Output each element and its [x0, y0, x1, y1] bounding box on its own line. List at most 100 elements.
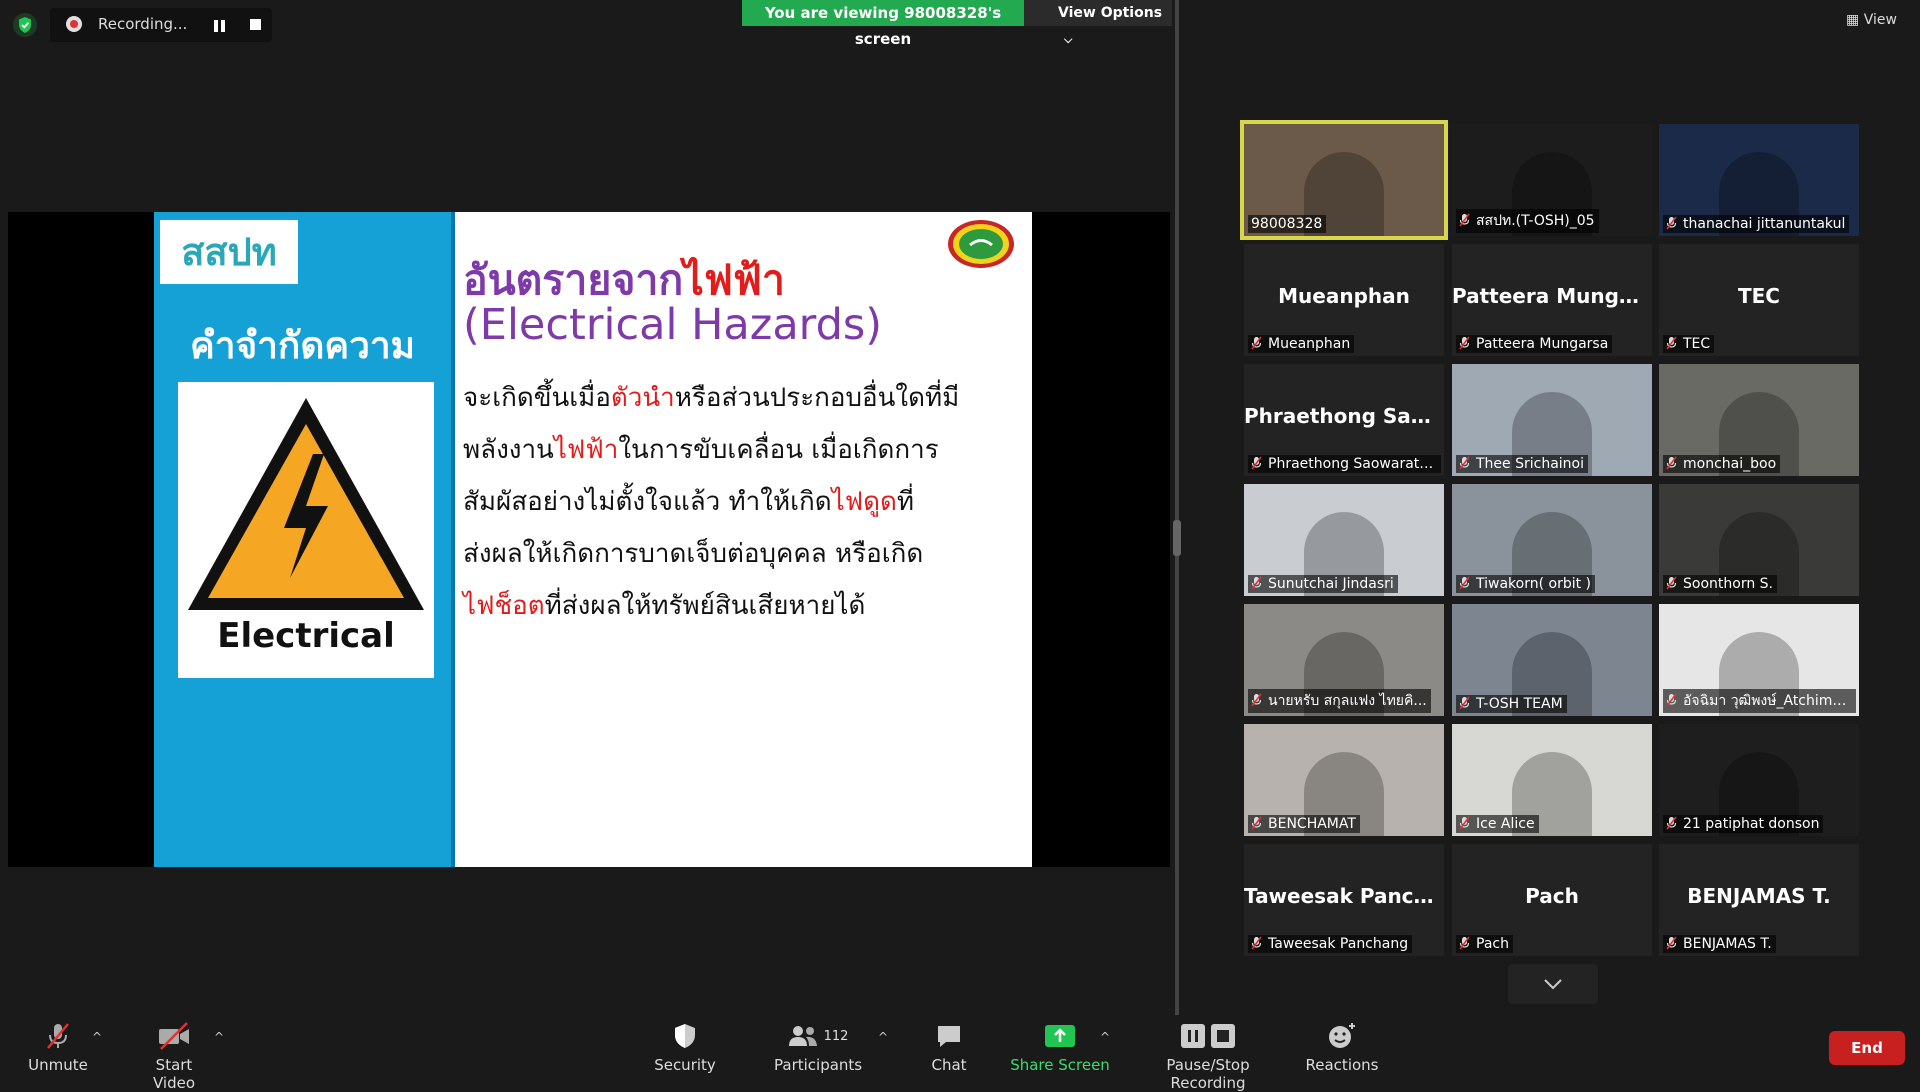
- participant-tile[interactable]: monchai_boo: [1659, 364, 1859, 476]
- slide-body: จะเกิดขึ้นเมื่อตัวนำหรือส่วนประกอบอื่นใด…: [463, 372, 1018, 632]
- participant-tile[interactable]: Sunutchai Jindasri: [1244, 484, 1444, 596]
- sl-logo-icon: [946, 218, 1016, 270]
- participant-name-label: Pach: [1456, 935, 1513, 953]
- participant-name: Thee Srichainoi: [1476, 456, 1585, 472]
- audio-options-chevron-icon[interactable]: ^: [92, 1030, 102, 1044]
- body-line-5: ไฟช็อตที่ส่งผลให้ทรัพย์สินเสียหายได้: [463, 580, 1018, 632]
- participant-name: อัจฉิมา วุฒิพงษ์_Atchima ...: [1683, 693, 1856, 709]
- participants-button[interactable]: 112 Participants: [774, 1020, 862, 1074]
- participant-name: Mueanphan: [1268, 336, 1351, 352]
- slide-title-highlight: ไฟฟ้า: [683, 256, 785, 304]
- participant-tile[interactable]: สสปท.(T-OSH)_05: [1452, 124, 1652, 236]
- participant-name: Pach: [1476, 936, 1509, 952]
- body-line-1: จะเกิดขึ้นเมื่อตัวนำหรือส่วนประกอบอื่นใด…: [463, 372, 1018, 424]
- participant-name: Tiwakorn( orbit ): [1476, 576, 1592, 592]
- participants-options-chevron-icon[interactable]: ^: [878, 1030, 888, 1044]
- view-options-label: View Options: [1058, 5, 1163, 21]
- participant-name: 21 patiphat donson: [1683, 816, 1820, 832]
- reactions-label: Reactions: [1305, 1056, 1379, 1074]
- participant-tile[interactable]: Pach Pach: [1452, 844, 1652, 956]
- participant-name: สสปท.(T-OSH)_05: [1476, 213, 1595, 229]
- participant-tile[interactable]: T-OSH TEAM: [1452, 604, 1652, 716]
- muted-mic-icon: [1666, 576, 1677, 590]
- view-options-button[interactable]: View Options ⌵: [1024, 0, 1172, 46]
- unmute-label: Unmute: [28, 1056, 88, 1074]
- muted-mic-icon: [1459, 576, 1470, 590]
- share-options-chevron-icon[interactable]: ^: [1100, 1030, 1110, 1044]
- participant-name: thanachai jittanuntakul: [1683, 216, 1846, 232]
- body-text: ที่: [896, 487, 915, 517]
- stop-recording-icon[interactable]: [250, 19, 261, 30]
- gallery-view-button[interactable]: ▦ View: [1846, 12, 1897, 28]
- participant-tile[interactable]: Taweesak Panch... Taweesak Panchang: [1244, 844, 1444, 956]
- participant-name: 98008328: [1251, 216, 1323, 232]
- participant-tile[interactable]: BENJAMAS T. BENJAMAS T.: [1659, 844, 1859, 956]
- participant-tile[interactable]: Phraethong Sao... Phraethong Saowarata...: [1244, 364, 1444, 476]
- participant-tile[interactable]: Ice Alice: [1452, 724, 1652, 836]
- body-text: ที่ส่งผลให้ทรัพย์สินเสียหายได้: [544, 591, 866, 621]
- participant-name-label: BENJAMAS T.: [1663, 935, 1776, 953]
- participant-name-label: thanachai jittanuntakul: [1663, 215, 1850, 233]
- muted-mic-icon: [1459, 816, 1470, 830]
- participant-name-label: Ice Alice: [1456, 815, 1539, 833]
- participant-name-label: 21 patiphat donson: [1663, 815, 1824, 833]
- participant-name-label: Patteera Mungarsa: [1456, 335, 1613, 353]
- participant-tile[interactable]: Tiwakorn( orbit ): [1452, 484, 1652, 596]
- sign-label: Electrical: [217, 616, 395, 656]
- participant-tile[interactable]: thanachai jittanuntakul: [1659, 124, 1859, 236]
- participant-name: นายหรับ สกุลแฟง ไทยคิ...: [1268, 693, 1427, 709]
- end-meeting-button[interactable]: End: [1829, 1031, 1905, 1065]
- reactions-button[interactable]: Reactions: [1302, 1020, 1382, 1074]
- participant-name-label: อัจฉิมา วุฒิพงษ์_Atchima ...: [1663, 689, 1856, 713]
- participant-name: Soonthorn S.: [1683, 576, 1773, 592]
- participant-tile[interactable]: นายหรับ สกุลแฟง ไทยคิ...: [1244, 604, 1444, 716]
- video-off-icon: [134, 1020, 214, 1052]
- start-video-button[interactable]: Start Video: [134, 1020, 214, 1092]
- participant-name-label: Soonthorn S.: [1663, 575, 1777, 593]
- body-text: จะเกิดขึ้นเมื่อ: [463, 383, 611, 413]
- definition-heading: คำจำกัดความ: [189, 324, 416, 367]
- muted-mic-icon: [1459, 336, 1470, 350]
- participant-name-label: TEC: [1663, 335, 1715, 353]
- body-line-2: พลังงานไฟฟ้าในการขับเคลื่อน เมื่อเกิดการ: [463, 424, 1018, 476]
- participant-name-label: BENCHAMAT: [1248, 815, 1360, 833]
- gallery-view-label: View: [1863, 12, 1897, 28]
- start-video-label: Start Video: [152, 1056, 196, 1092]
- share-screen-button[interactable]: Share Screen: [1010, 1020, 1110, 1074]
- security-label: Security: [654, 1056, 716, 1074]
- participant-name-label: Tiwakorn( orbit ): [1456, 575, 1596, 593]
- splitter-grip-icon[interactable]: [1173, 520, 1181, 556]
- participant-tile[interactable]: Soonthorn S.: [1659, 484, 1859, 596]
- shared-screen: สสปท คำจำกัดความ Electrical อันตรายจากไฟ…: [8, 212, 1170, 867]
- gallery-scroll-down-button[interactable]: [1508, 964, 1598, 1004]
- participant-name: Phraethong Saowarata...: [1268, 456, 1441, 472]
- participant-name-label: 98008328: [1248, 215, 1327, 233]
- participant-tile[interactable]: 21 patiphat donson: [1659, 724, 1859, 836]
- participants-icon: [788, 1026, 817, 1046]
- participant-tile[interactable]: BENCHAMAT: [1244, 724, 1444, 836]
- muted-mic-icon: [1251, 936, 1262, 950]
- participant-name: Sunutchai Jindasri: [1268, 576, 1394, 592]
- body-text: สัมผัสอย่างไม่ตั้งใจแล้ว ทำให้เกิด: [463, 487, 832, 517]
- participant-tile[interactable]: TEC TEC: [1659, 244, 1859, 356]
- participant-tile[interactable]: Thee Srichainoi: [1452, 364, 1652, 476]
- participant-tile[interactable]: Patteera Munga... Patteera Mungarsa: [1452, 244, 1652, 356]
- participant-tile[interactable]: อัจฉิมา วุฒิพงษ์_Atchima ...: [1659, 604, 1859, 716]
- pause-stop-recording-button[interactable]: Pause/Stop Recording: [1128, 1020, 1288, 1092]
- encryption-shield-icon[interactable]: [12, 12, 38, 38]
- participant-name-label: Taweesak Panchang: [1248, 935, 1413, 953]
- panel-splitter[interactable]: [1175, 0, 1179, 1015]
- muted-mic-icon: [1666, 936, 1677, 950]
- participant-tile[interactable]: 98008328: [1240, 120, 1448, 240]
- participant-tile[interactable]: Mueanphan Mueanphan: [1244, 244, 1444, 356]
- pause-recording-icon[interactable]: [213, 18, 227, 32]
- chat-button[interactable]: Chat: [924, 1020, 974, 1074]
- security-button[interactable]: Security: [650, 1020, 720, 1074]
- video-options-chevron-icon[interactable]: ^: [214, 1030, 224, 1044]
- unmute-button[interactable]: Unmute: [22, 1020, 94, 1074]
- participant-name-label: Mueanphan: [1248, 335, 1355, 353]
- body-line-4: ส่งผลให้เกิดการบาดเจ็บต่อบุคคล หรือเกิด: [463, 539, 924, 569]
- participant-name-label: สสปท.(T-OSH)_05: [1456, 209, 1599, 233]
- pause-stop-recording-label: Pause/Stop Recording: [1166, 1056, 1250, 1092]
- muted-mic-icon: [1251, 576, 1262, 590]
